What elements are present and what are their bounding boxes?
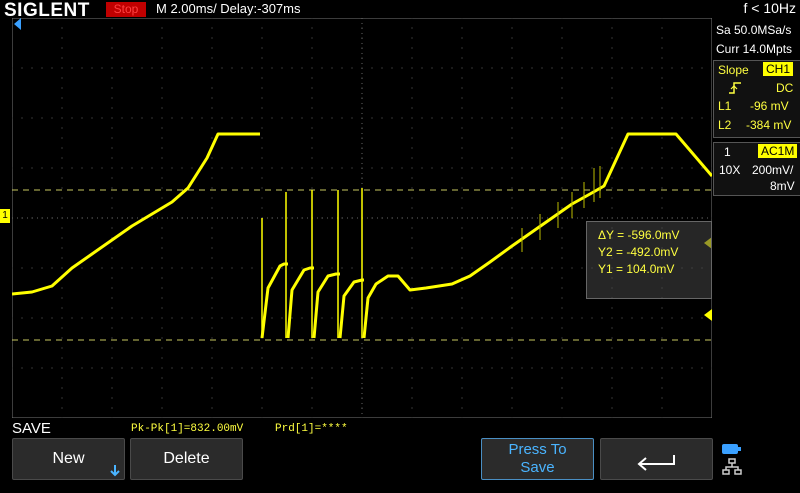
new-button[interactable]: New [12, 438, 125, 480]
cursor-y2-marker-icon[interactable] [704, 308, 712, 326]
back-button[interactable] [600, 438, 713, 480]
return-arrow-icon [634, 448, 680, 488]
network-icon [722, 458, 742, 481]
trigger-l2-label: L2 [718, 118, 732, 132]
cursor-y1: Y1 = 104.0mV [598, 262, 675, 276]
probe-attenuation: 10X [719, 163, 741, 177]
cursor-y2: Y2 = -492.0mV [598, 245, 679, 259]
measurement-period: Prd[1]=**** [275, 423, 348, 435]
trigger-coupling: DC [776, 81, 794, 95]
trigger-l2-value: -384 mV [746, 118, 792, 132]
trigger-type: Slope [718, 63, 749, 77]
press-to-save-button[interactable]: Press To Save [481, 438, 594, 480]
channel-panel[interactable]: 1 AC1M 10X 200mV/ 8mV [713, 142, 800, 196]
channel-number: 1 [724, 145, 731, 159]
delete-button[interactable]: Delete [130, 438, 243, 480]
sample-rate: Sa 50.0MSa/s [716, 23, 792, 37]
timebase-readout: M 2.00ms/ Delay:-307ms [156, 1, 301, 16]
trigger-l1-label: L1 [718, 99, 732, 113]
waveform-display[interactable] [12, 18, 712, 418]
channel-coupling: AC1M [758, 144, 798, 158]
run-stop-indicator[interactable]: Stop [106, 2, 146, 17]
press-to-save-line2: Save [520, 459, 555, 476]
volts-per-div: 200mV/ [752, 163, 794, 177]
menu-title: SAVE [12, 420, 51, 437]
trigger-panel[interactable]: Slope CH1 DC L1 -96 mV L2 -384 mV [713, 60, 800, 138]
channel-offset: 8mV [770, 179, 795, 193]
arrow-down-icon [110, 453, 120, 493]
memory-depth: Curr 14.0Mpts [716, 42, 793, 56]
new-button-label: New [52, 450, 85, 467]
trigger-l1-value: -96 mV [750, 99, 789, 113]
rising-slope-icon [728, 81, 742, 98]
trigger-source: CH1 [763, 62, 794, 76]
channel-1-marker[interactable]: 1 [0, 209, 10, 223]
measurement-pk-pk: Pk-Pk[1]=832.00mV [131, 423, 244, 435]
cursor-delta-y: ΔY = -596.0mV [598, 228, 680, 242]
frequency-readout: f < 10Hz [743, 0, 796, 16]
cursor-readout-box: ΔY = -596.0mV Y2 = -492.0mV Y1 = 104.0mV [586, 221, 712, 299]
press-to-save-line1: Press To [508, 441, 567, 458]
